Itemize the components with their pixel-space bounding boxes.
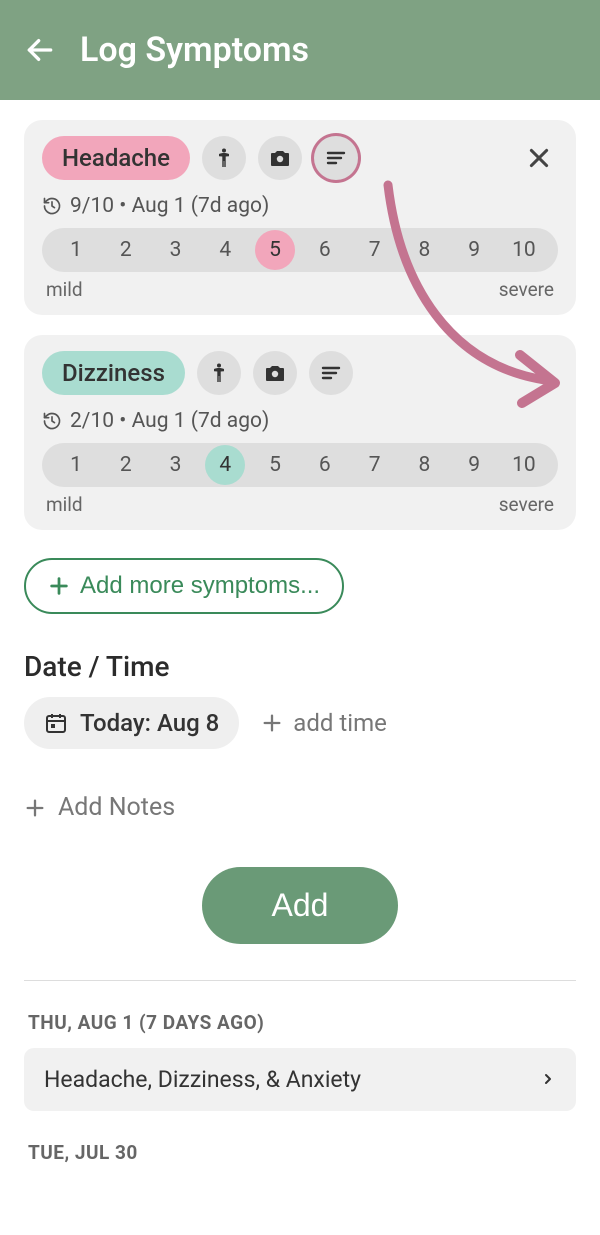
history-icon [42,411,62,431]
add-time-label: add time [293,709,387,737]
body-map-icon[interactable] [202,136,246,180]
back-arrow-icon[interactable] [24,34,56,66]
scale-step[interactable]: 5 [255,230,295,270]
history-text: 2/10 • Aug 1 (7d ago) [70,409,269,433]
page-title: Log Symptoms [80,30,309,70]
calendar-icon [44,711,68,735]
add-notes-label: Add Notes [58,793,175,822]
severity-scale[interactable]: 12345678910 [42,443,558,487]
scale-step[interactable]: 1 [56,445,96,485]
severity-scale[interactable]: 12345678910 [42,228,558,272]
history-entry[interactable]: Headache, Dizziness, & Anxiety [24,1048,576,1111]
scale-step[interactable]: 1 [56,230,96,270]
divider [24,980,576,981]
camera-icon[interactable] [258,136,302,180]
add-button[interactable]: Add [202,867,399,944]
datetime-section-title: Date / Time [24,650,576,683]
scale-step[interactable]: 4 [205,445,245,485]
scale-step[interactable]: 3 [156,230,196,270]
chevron-right-icon [540,1071,556,1087]
scale-step[interactable]: 3 [156,445,196,485]
scale-step[interactable]: 8 [404,230,444,270]
camera-icon[interactable] [253,351,297,395]
add-more-label: Add more symptoms... [80,572,320,600]
close-icon[interactable] [520,141,558,175]
scale-high-label: severe [499,278,554,301]
scale-step[interactable]: 2 [106,445,146,485]
scale-step[interactable]: 10 [504,445,544,485]
scale-low-label: mild [46,493,83,516]
symptom-pill[interactable]: Dizziness [42,351,185,395]
symptom-card: Dizziness 2/10 • Aug 1 (7d ago) 1234567891… [24,335,576,530]
scale-step[interactable]: 9 [454,230,494,270]
symptom-card: Headache 9/10 • Aug 1 (7d ago) 12345678910… [24,120,576,315]
history-date-header: THU, AUG 1 (7 DAYS AGO) [24,1011,576,1034]
date-chip-label: Today: Aug 8 [80,709,219,737]
scale-step[interactable]: 7 [355,445,395,485]
add-time-button[interactable]: add time [261,709,387,737]
add-notes-button[interactable]: Add Notes [24,793,175,822]
scale-step[interactable]: 6 [305,445,345,485]
scale-step[interactable]: 9 [454,445,494,485]
add-more-symptoms-button[interactable]: Add more symptoms... [24,558,344,614]
history-text: 9/10 • Aug 1 (7d ago) [70,194,269,218]
scale-step[interactable]: 10 [504,230,544,270]
scale-step[interactable]: 7 [355,230,395,270]
history-date-header: TUE, JUL 30 [24,1141,576,1164]
notes-icon[interactable] [309,351,353,395]
scale-step[interactable]: 2 [106,230,146,270]
date-chip[interactable]: Today: Aug 8 [24,697,239,749]
scale-low-label: mild [46,278,83,301]
history-entry-label: Headache, Dizziness, & Anxiety [44,1066,361,1093]
symptom-history: 9/10 • Aug 1 (7d ago) [42,194,558,218]
scale-step[interactable]: 4 [205,230,245,270]
scale-step[interactable]: 5 [255,445,295,485]
notes-icon[interactable] [314,136,358,180]
history-icon [42,196,62,216]
symptom-pill[interactable]: Headache [42,136,190,180]
app-header: Log Symptoms [0,0,600,100]
scale-high-label: severe [499,493,554,516]
body-map-icon[interactable] [197,351,241,395]
scale-step[interactable]: 6 [305,230,345,270]
scale-step[interactable]: 8 [404,445,444,485]
symptom-history: 2/10 • Aug 1 (7d ago) [42,409,558,433]
